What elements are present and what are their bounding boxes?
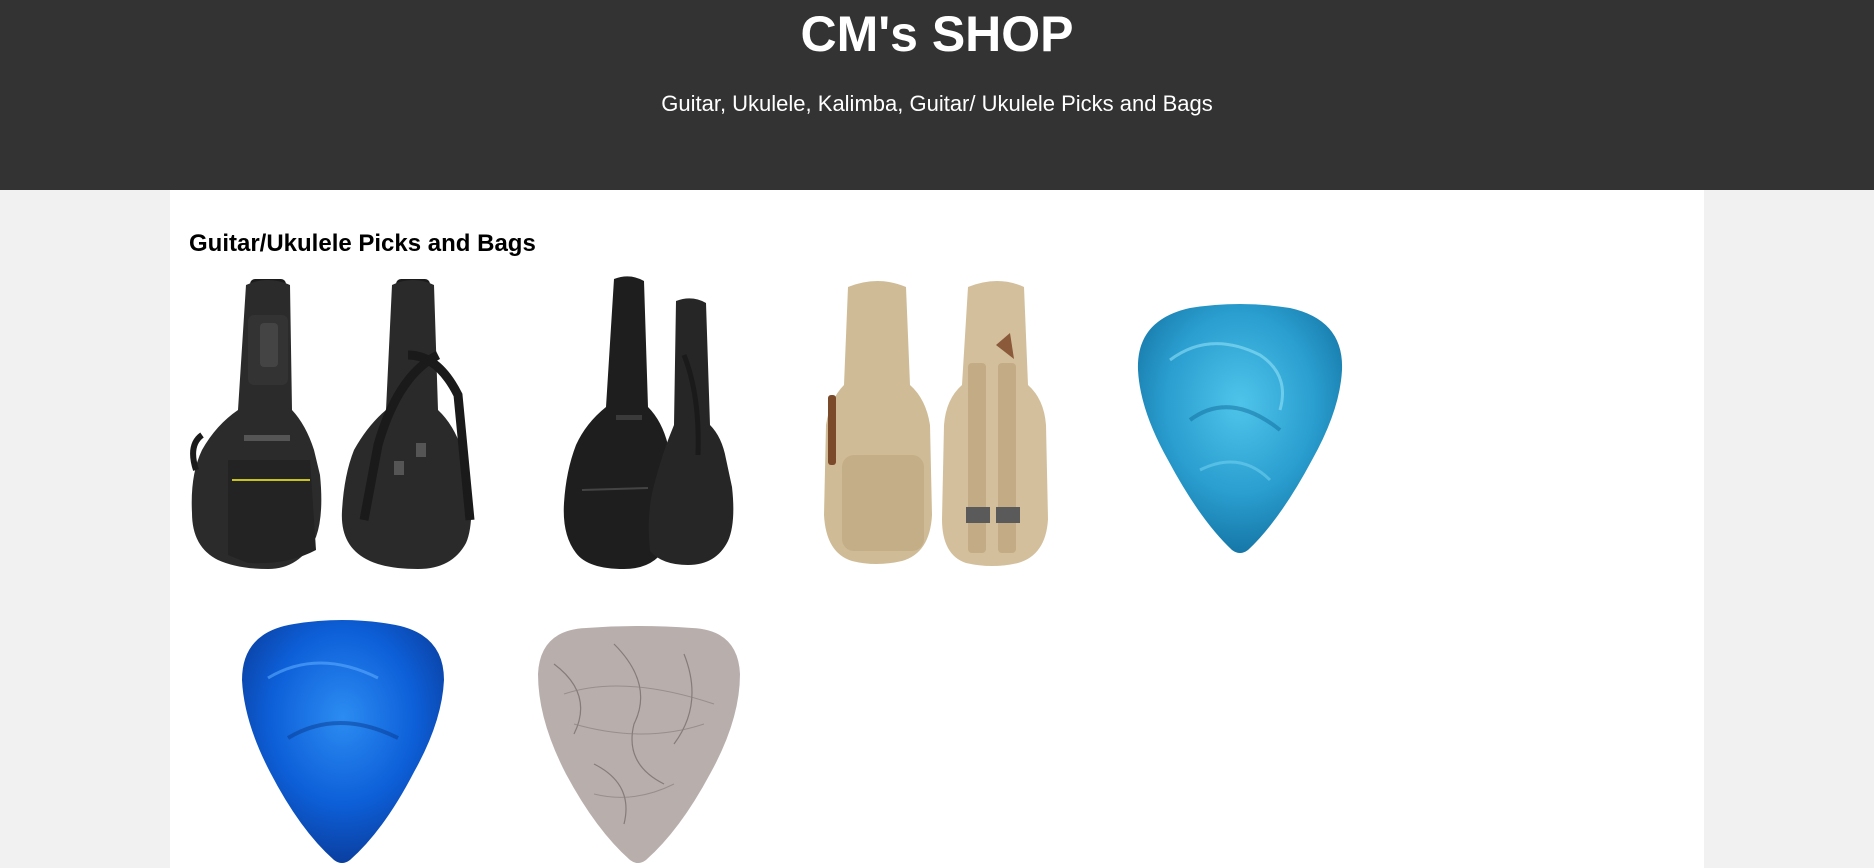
site-header: CM's SHOP Guitar, Ukulele, Kalimba, Guit…: [0, 0, 1874, 190]
product-khaki-ukulele-bag[interactable]: [818, 275, 1058, 575]
guitar-bag-image: [190, 279, 475, 569]
site-title: CM's SHOP: [800, 6, 1074, 62]
product-black-thin-guitar-bag[interactable]: [560, 275, 760, 575]
guitar-pick-image: [538, 626, 740, 863]
guitar-pick-image: [242, 620, 444, 863]
site-subtitle: Guitar, Ukulele, Kalimba, Guitar/ Ukulel…: [661, 91, 1213, 116]
product-blue-pearl-pick[interactable]: [238, 618, 448, 866]
product-black-padded-guitar-bag[interactable]: [188, 275, 488, 575]
product-felt-gray-pick[interactable]: [534, 624, 744, 866]
ukulele-bag-image: [824, 281, 1048, 566]
product-teal-pearl-pick[interactable]: [1130, 300, 1350, 560]
guitar-bag-image: [563, 276, 734, 569]
main-content: Guitar/Ukulele Picks and Bags: [170, 190, 1704, 868]
guitar-pick-image: [1137, 304, 1343, 553]
section-title: Guitar/Ukulele Picks and Bags: [189, 230, 536, 257]
